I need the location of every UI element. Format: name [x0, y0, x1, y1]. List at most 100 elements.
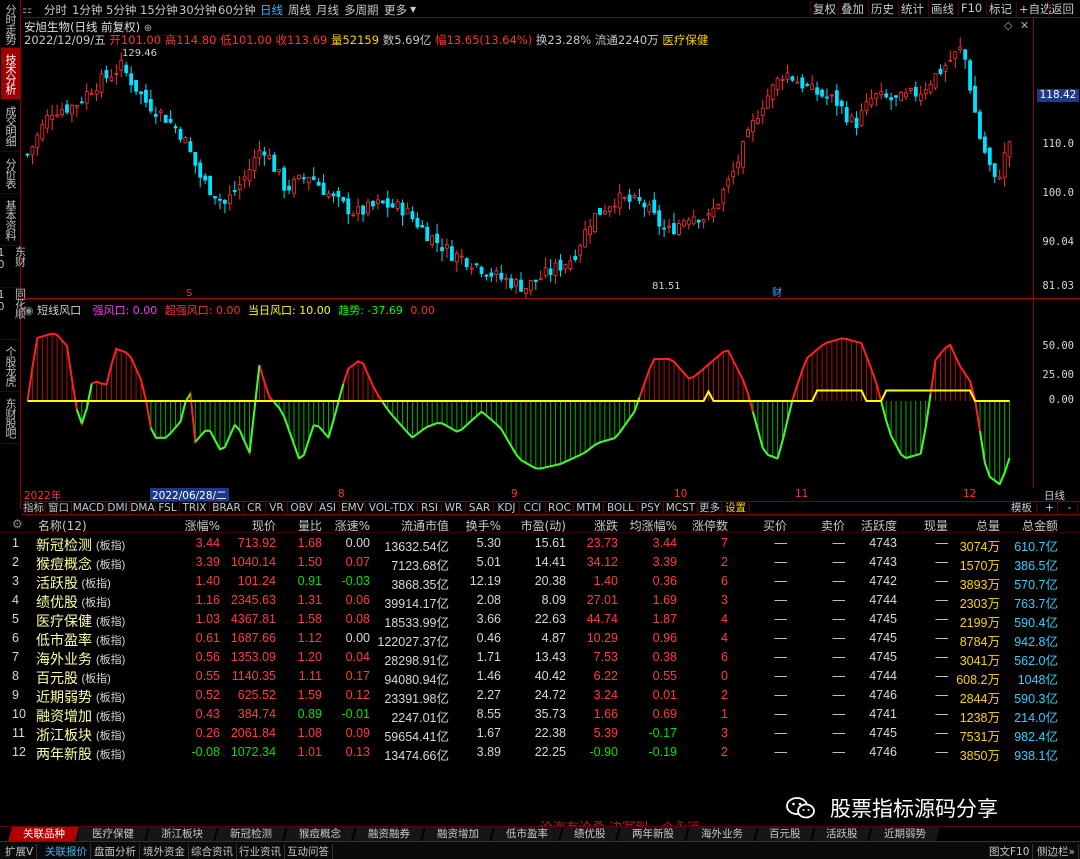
related-tab-13[interactable]: 近期弱势	[869, 827, 941, 841]
indicator-tab-5[interactable]: FSL	[156, 502, 180, 515]
indicator-tab-13[interactable]: VOL-TDX	[366, 502, 418, 515]
table-row[interactable]: 4 绩优股 (板指) 1.16 2345.63 1.31 0.06 39914.17亿 2.08…	[0, 591, 1080, 611]
vtab-guba[interactable]: 东财股吧	[1, 392, 20, 444]
col-change-pct[interactable]: 涨幅%	[185, 517, 220, 534]
template-button[interactable]: 模板	[1007, 502, 1037, 515]
indicator-tab-7[interactable]: BRAR	[210, 502, 244, 515]
add-indicator-button[interactable]: +	[1042, 502, 1058, 515]
indicator-tab-8[interactable]: CR	[244, 502, 266, 515]
indicator-tab-2[interactable]: MACD	[72, 502, 106, 515]
vtab-fenshi[interactable]: 分时走势	[1, 0, 20, 48]
related-tab-4[interactable]: 猴痘概念	[284, 827, 356, 841]
table-row[interactable]: 9 近期弱势 (板指) 0.52 625.52 1.59 0.12 23391.98亿 2.27…	[0, 686, 1080, 706]
tf-30min[interactable]: 30分钟	[179, 2, 217, 18]
table-row[interactable]: 3 活跃股 (板指) 1.40 101.24 0.91 -0.03 3868.35亿 12.19…	[0, 572, 1080, 592]
indicator-tab-22[interactable]: PSY	[638, 502, 664, 515]
col-bid[interactable]: 买价	[763, 517, 787, 534]
related-tab-3[interactable]: 新冠检测	[215, 827, 287, 841]
indicator-tab-9[interactable]: VR	[266, 502, 288, 515]
related-tab-1[interactable]: 医疗保健	[77, 827, 149, 841]
tf-fenshi[interactable]: 分时	[44, 2, 67, 18]
indicator-tab-6[interactable]: TRIX	[180, 502, 210, 515]
status-sidebar[interactable]: 侧边栏»	[1034, 844, 1079, 859]
tf-weekly[interactable]: 周线	[288, 2, 311, 18]
col-name[interactable]: 名称(12)	[38, 517, 87, 534]
table-row[interactable]: 8 百元股 (板指) 0.55 1140.35 1.11 0.17 94080.94亿 1.46…	[0, 667, 1080, 687]
related-tab-7[interactable]: 低市盈率	[491, 827, 563, 841]
related-tab-12[interactable]: 活跃股	[812, 827, 872, 841]
indicator-tab-4[interactable]: DMA	[130, 502, 156, 515]
f10-button[interactable]: F10	[958, 1, 984, 15]
table-row[interactable]: 5 医疗保健 (板指) 1.03 4367.81 1.58 0.08 18533.99亿 3.6…	[0, 610, 1080, 630]
back-button[interactable]: 返回	[1048, 1, 1076, 17]
vtab-basic-info[interactable]: 基本资料	[1, 194, 20, 246]
indicator-tab-11[interactable]: ASI	[316, 502, 340, 515]
related-tab-5[interactable]: 融资融券	[353, 827, 425, 841]
stats-button[interactable]: 统计	[898, 1, 926, 17]
related-tab-0[interactable]: 关联品种	[8, 827, 80, 841]
col-turnover[interactable]: 换手%	[466, 517, 501, 534]
col-avg-change[interactable]: 均涨幅%	[630, 517, 677, 534]
vtab-tech-analysis[interactable]: 技术分析	[1, 48, 20, 100]
indicator-tab-25[interactable]: 设置	[722, 502, 750, 515]
tf-daily[interactable]: 日线	[260, 2, 283, 18]
indicator-tab-15[interactable]: WR	[442, 502, 466, 515]
table-row[interactable]: 2 猴痘概念 (板指) 3.39 1040.14 1.50 0.07 7123.68亿 5.01…	[0, 553, 1080, 573]
status-foreign-funds[interactable]: 境外资金	[140, 844, 189, 859]
vtab-dragon-tiger[interactable]: 个股龙虎	[1, 340, 20, 392]
col-ask[interactable]: 卖价	[821, 517, 845, 534]
indicator-tab-12[interactable]: EMV	[340, 502, 366, 515]
indicator-tab-16[interactable]: SAR	[466, 502, 494, 515]
table-row[interactable]: 6 低市盈率 (板指) 0.61 1687.66 1.12 0.00 122027.37亿 0.…	[0, 629, 1080, 649]
indicator-tab-14[interactable]: RSI	[418, 502, 442, 515]
indicator-chart[interactable]	[22, 314, 1033, 488]
tf-5min[interactable]: 5分钟	[106, 2, 136, 18]
related-tab-9[interactable]: 两年新股	[617, 827, 689, 841]
indicator-tab-3[interactable]: DMI	[106, 502, 130, 515]
vtab-trade-detail[interactable]: 成交明细	[1, 100, 20, 152]
vtab-tonghuashun[interactable]: 同花顺10	[0, 288, 27, 340]
indicator-tab-18[interactable]: CCI	[520, 502, 546, 515]
col-cur-volume[interactable]: 现量	[924, 517, 948, 534]
related-tab-6[interactable]: 融资增加	[422, 827, 494, 841]
status-industry-news[interactable]: 行业资讯	[236, 844, 285, 859]
tf-more[interactable]: 更多	[384, 2, 407, 18]
status-related-quote[interactable]: 关联报价	[42, 844, 91, 859]
adjust-button[interactable]: 复权	[810, 1, 838, 17]
col-price[interactable]: 现价	[252, 517, 276, 534]
col-change[interactable]: 涨跌	[594, 517, 618, 534]
overlay-button[interactable]: 叠加	[838, 1, 866, 17]
table-row[interactable]: 12 两年新股 (板指) -0.08 1072.34 1.01 0.13 13474.66亿 3…	[0, 743, 1080, 763]
mark-button[interactable]: 标记	[986, 1, 1014, 17]
status-news[interactable]: 综合资讯	[188, 844, 237, 859]
related-tab-11[interactable]: 百元股	[755, 827, 815, 841]
tf-60min[interactable]: 60分钟	[218, 2, 256, 18]
tf-1min[interactable]: 1分钟	[72, 2, 102, 18]
vtab-dongcai[interactable]: 东财10	[0, 246, 27, 288]
history-button[interactable]: 历史	[868, 1, 896, 17]
gear-icon[interactable]: ⚙	[12, 517, 23, 531]
table-row[interactable]: 11 浙江板块 (板指) 0.26 2061.84 1.08 0.09 59654.41亿 1.…	[0, 724, 1080, 744]
col-volume-ratio[interactable]: 量比	[298, 517, 322, 534]
col-activity[interactable]: 活跃度	[861, 517, 897, 534]
remove-indicator-button[interactable]: -	[1062, 502, 1078, 515]
indicator-tab-20[interactable]: MTM	[574, 502, 604, 515]
table-row[interactable]: 1 新冠检测 (板指) 3.44 713.92 1.68 0.00 13632.54亿 5.30…	[0, 534, 1080, 554]
col-float-cap[interactable]: 流通市值	[401, 517, 449, 534]
candlestick-chart[interactable]: 129.46 81.51 S 财	[22, 18, 1033, 298]
related-tab-10[interactable]: 海外业务	[686, 827, 758, 841]
indicator-tab-24[interactable]: 更多	[698, 502, 722, 515]
status-expand[interactable]: 扩展V	[2, 844, 38, 859]
indicator-tab-23[interactable]: MCST	[664, 502, 698, 515]
col-speed[interactable]: 涨速%	[335, 517, 370, 534]
indicator-tab-19[interactable]: ROC	[546, 502, 574, 515]
table-row[interactable]: 7 海外业务 (板指) 0.56 1353.09 1.20 0.04 28298.91亿 1.7…	[0, 648, 1080, 668]
indicator-tab-1[interactable]: 窗口	[46, 502, 72, 515]
indicator-tab-0[interactable]: 指标	[22, 502, 46, 515]
status-f10[interactable]: 图文F10	[986, 844, 1034, 859]
indicator-tab-17[interactable]: KDJ	[494, 502, 520, 515]
related-tab-8[interactable]: 绩优股	[560, 827, 620, 841]
table-row[interactable]: 10 融资增加 (板指) 0.43 384.74 0.89 -0.01 2247.01亿 8.5…	[0, 705, 1080, 725]
chevron-down-icon[interactable]: ▼	[410, 5, 416, 14]
status-qa[interactable]: 互动问答	[284, 844, 333, 859]
